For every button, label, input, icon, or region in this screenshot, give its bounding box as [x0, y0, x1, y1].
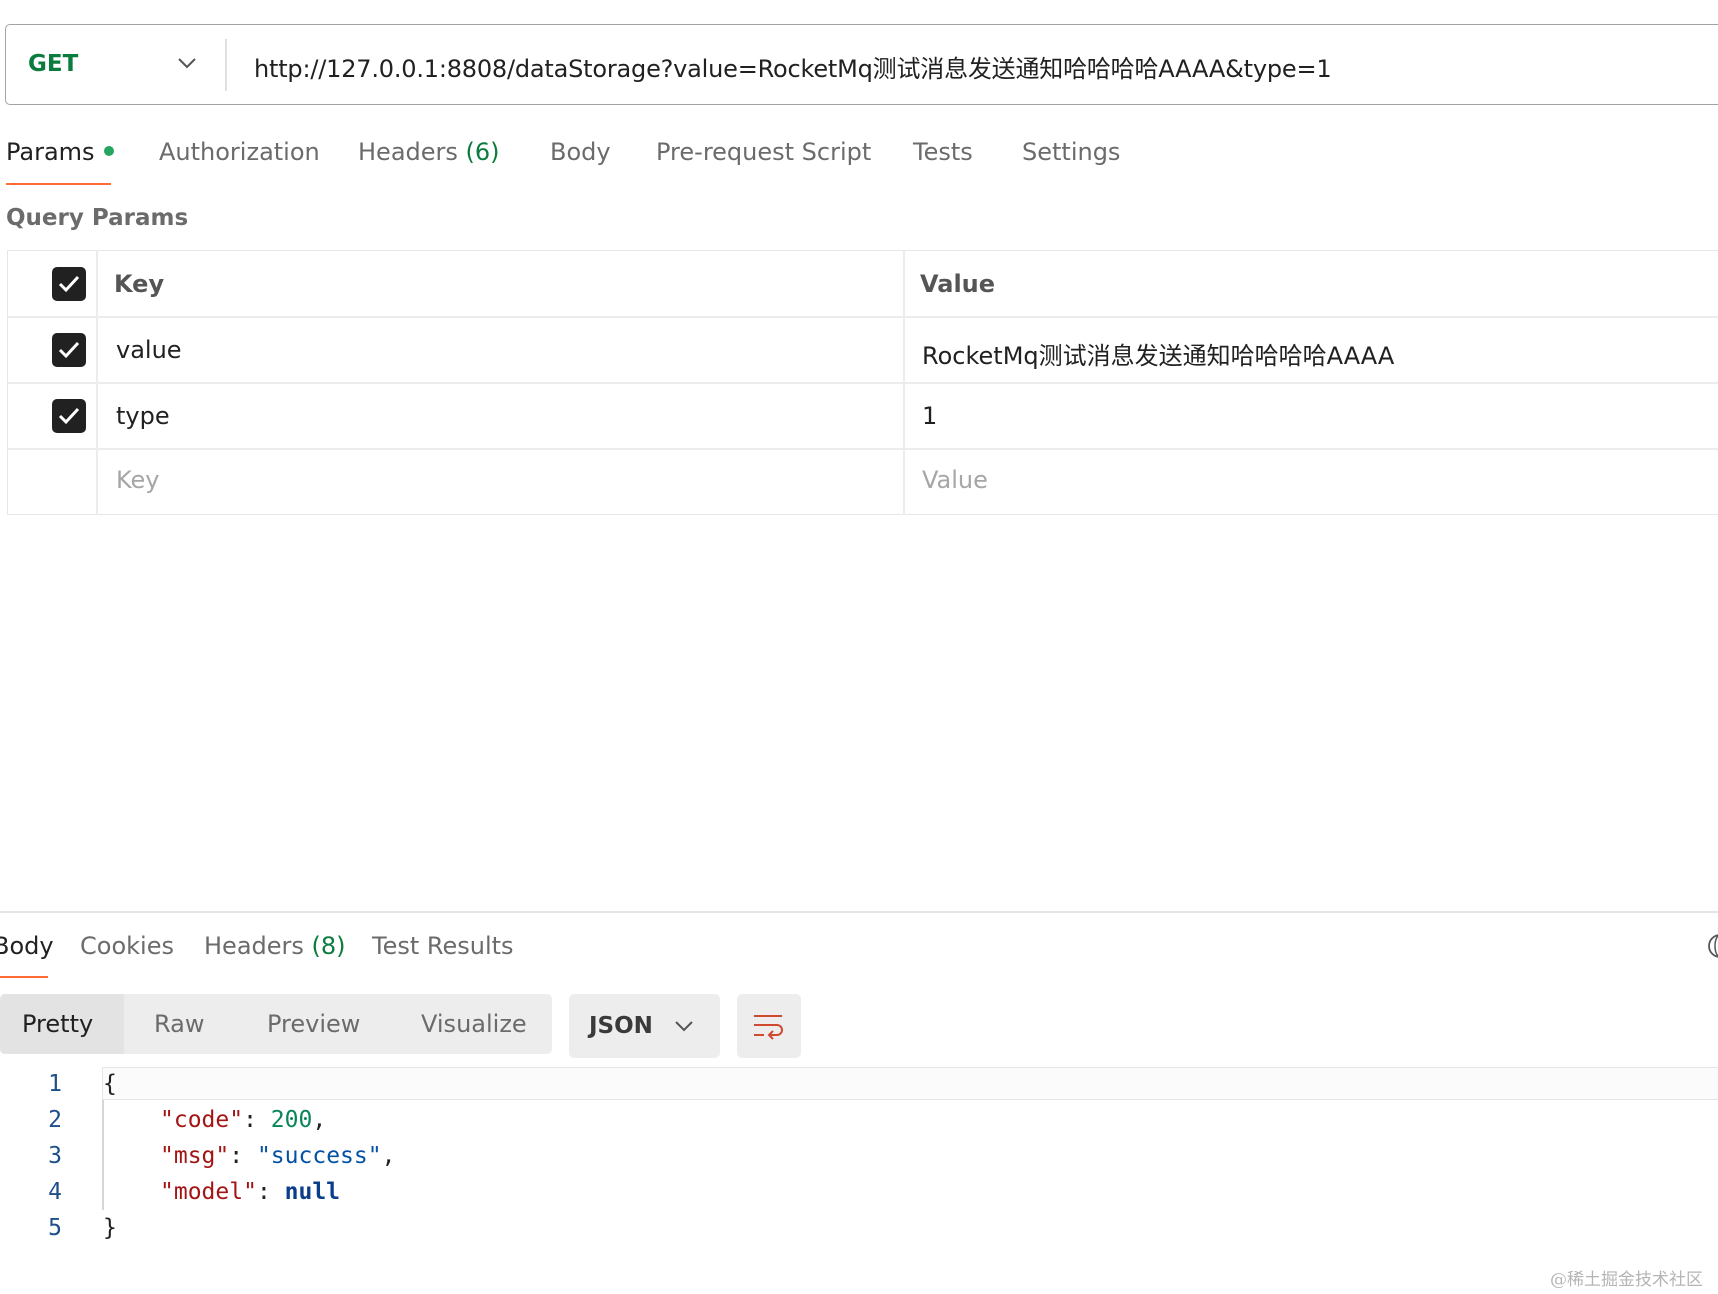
tab-body[interactable]: Body — [550, 138, 611, 166]
json-number: 200 — [270, 1107, 313, 1133]
response-active-underline — [0, 976, 48, 978]
indent-guide — [102, 1100, 104, 1210]
new-value-input[interactable]: Value — [922, 466, 988, 494]
view-raw-button[interactable]: Raw — [154, 1010, 204, 1038]
format-label: JSON — [589, 1013, 653, 1039]
new-key-input[interactable]: Key — [116, 466, 160, 494]
open-brace: { — [103, 1071, 117, 1097]
row-divider — [7, 382, 1718, 384]
response-divider — [0, 911, 1718, 913]
key-column-header: Key — [114, 270, 165, 298]
json-key: "model" — [160, 1179, 257, 1205]
response-tab-headers-label: Headers — [204, 932, 304, 960]
wrap-lines-button[interactable] — [737, 994, 801, 1058]
response-tab-headers-count: (8) — [311, 932, 346, 960]
view-preview-button[interactable]: Preview — [267, 1010, 360, 1038]
tab-authorization[interactable]: Authorization — [159, 138, 320, 166]
tab-pre-request-script[interactable]: Pre-request Script — [656, 138, 871, 166]
col-divider — [96, 250, 98, 515]
param-key-input[interactable]: value — [116, 336, 182, 364]
response-tab-body[interactable]: Body — [0, 932, 54, 960]
check-icon — [58, 275, 80, 293]
view-pretty-button[interactable]: Pretty — [22, 1010, 93, 1038]
param-checkbox[interactable] — [52, 399, 86, 433]
json-string: "success" — [256, 1143, 382, 1169]
response-tab-headers[interactable]: Headers (8) — [204, 932, 346, 960]
tab-headers-label: Headers — [358, 138, 458, 166]
url-bar: GET http://127.0.0.1:8808/dataStorage?va… — [5, 24, 1718, 105]
method-select[interactable]: GET — [28, 51, 78, 77]
json-colon: : — [256, 1179, 285, 1205]
view-visualize-button[interactable]: Visualize — [421, 1010, 527, 1038]
chevron-down-icon — [675, 1021, 693, 1032]
param-value-input[interactable]: 1 — [922, 402, 937, 430]
tab-params[interactable]: Params — [6, 138, 114, 166]
code-line: } — [103, 1215, 117, 1241]
watermark: @稀土掘金技术社区 — [1550, 1270, 1703, 1290]
line-number: 1 — [48, 1071, 62, 1097]
json-key: "msg" — [160, 1143, 230, 1169]
col-divider — [903, 250, 905, 515]
url-input[interactable]: http://127.0.0.1:8808/dataStorage?value=… — [254, 49, 1332, 84]
current-line-highlight — [102, 1067, 1718, 1100]
param-key-input[interactable]: type — [116, 402, 170, 430]
tab-params-label: Params — [6, 138, 95, 166]
query-params-title: Query Params — [6, 205, 189, 231]
json-colon: : — [229, 1143, 257, 1169]
tab-headers[interactable]: Headers (6) — [358, 138, 500, 166]
response-tab-test-results[interactable]: Test Results — [372, 932, 514, 960]
tab-tests[interactable]: Tests — [913, 138, 973, 166]
row-divider — [7, 316, 1718, 318]
json-key: "code" — [160, 1107, 244, 1133]
value-column-header: Value — [920, 270, 996, 298]
params-active-dot — [103, 146, 114, 156]
close-brace: } — [103, 1215, 117, 1241]
json-comma: , — [312, 1107, 327, 1133]
param-value-input[interactable]: RocketMq测试消息发送通知哈哈哈哈AAAA — [922, 336, 1394, 371]
globe-icon[interactable] — [1706, 932, 1718, 960]
line-number: 5 — [48, 1215, 62, 1241]
active-tab-underline — [6, 183, 111, 185]
code-line: "code": 200, — [160, 1107, 326, 1133]
line-number: 2 — [48, 1107, 62, 1133]
check-icon — [58, 341, 80, 359]
json-comma: , — [381, 1143, 396, 1169]
code-line: { — [103, 1071, 117, 1097]
json-null: null — [284, 1179, 341, 1205]
check-icon — [58, 407, 80, 425]
select-all-checkbox[interactable] — [52, 267, 86, 301]
chevron-down-icon[interactable] — [176, 56, 198, 70]
line-number: 3 — [48, 1143, 62, 1169]
code-line: "msg": "success", — [160, 1143, 395, 1169]
url-divider — [225, 39, 227, 91]
wrap-lines-icon — [754, 1015, 783, 1040]
response-tab-cookies[interactable]: Cookies — [80, 932, 174, 960]
code-line: "model": null — [160, 1179, 340, 1205]
tab-settings[interactable]: Settings — [1022, 138, 1120, 166]
row-divider — [7, 448, 1718, 450]
tab-headers-count: (6) — [465, 138, 500, 166]
json-colon: : — [243, 1107, 271, 1133]
line-number: 4 — [48, 1179, 62, 1205]
param-checkbox[interactable] — [52, 333, 86, 367]
